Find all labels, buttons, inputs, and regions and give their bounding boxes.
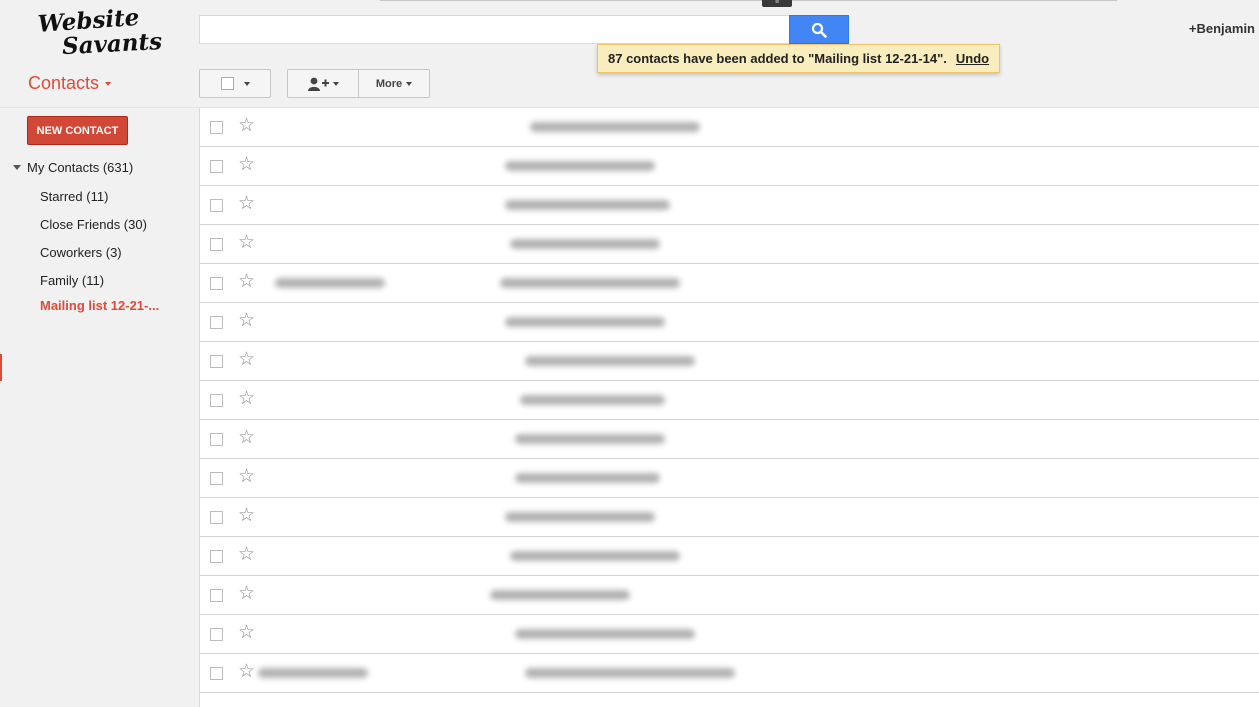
undo-link[interactable]: Undo <box>956 51 989 66</box>
contact-row[interactable]: ☆ <box>200 381 1259 420</box>
user-name-link[interactable]: +Benjamin <box>1180 21 1255 36</box>
star-icon[interactable]: ☆ <box>238 311 255 330</box>
add-person-icon <box>307 77 329 91</box>
search-button[interactable] <box>789 15 849 44</box>
row-checkbox[interactable] <box>210 511 223 524</box>
row-checkbox[interactable] <box>210 589 223 602</box>
contact-row[interactable]: ☆ <box>200 147 1259 186</box>
row-checkbox[interactable] <box>210 433 223 446</box>
menu-handle-icon[interactable]: ≡ <box>762 0 792 7</box>
blurred-contact-email <box>525 356 695 366</box>
select-all-button[interactable] <box>199 69 271 98</box>
contact-list: ☆ ☆ ☆ ☆ ☆ ☆ ☆ ☆ ☆ ☆ ☆ ☆ ☆ ☆ ☆ <box>199 108 1259 707</box>
contact-row[interactable]: ☆ <box>200 498 1259 537</box>
contact-row[interactable]: ☆ <box>200 108 1259 147</box>
blurred-contact-name <box>275 278 385 288</box>
row-checkbox[interactable] <box>210 238 223 251</box>
row-checkbox[interactable] <box>210 355 223 368</box>
chevron-down-icon <box>243 81 250 86</box>
star-icon[interactable]: ☆ <box>238 116 255 135</box>
contact-row[interactable]: ☆ <box>200 576 1259 615</box>
blurred-contact-email <box>515 473 660 483</box>
sidebar-item-my-contacts[interactable]: My Contacts (631) <box>13 160 133 175</box>
contact-row[interactable]: ☆ <box>200 342 1259 381</box>
blurred-contact-name <box>258 668 368 678</box>
blurred-contact-email <box>520 395 665 405</box>
more-button[interactable]: More <box>358 69 430 98</box>
blurred-contact-email <box>515 629 695 639</box>
blurred-contact-email <box>510 239 660 249</box>
star-icon[interactable]: ☆ <box>238 662 255 681</box>
contacts-title: Contacts <box>28 73 100 93</box>
notification-message: 87 contacts have been added to "Mailing … <box>608 51 947 66</box>
select-checkbox[interactable] <box>220 77 234 90</box>
blurred-contact-email <box>530 122 700 132</box>
search-icon <box>811 22 827 38</box>
logo: Website Savants <box>34 4 164 60</box>
row-checkbox[interactable] <box>210 277 223 290</box>
blurred-contact-email <box>510 551 680 561</box>
sidebar-item-coworkers[interactable]: Coworkers (3) <box>40 245 122 260</box>
star-icon[interactable]: ☆ <box>238 584 255 603</box>
sidebar-item-mailing-list[interactable]: Mailing list 12-21-... <box>40 298 159 313</box>
blurred-contact-email <box>500 278 680 288</box>
more-label: More <box>375 77 403 90</box>
row-checkbox[interactable] <box>210 667 223 680</box>
contact-row[interactable]: ☆ <box>200 459 1259 498</box>
blurred-contact-email <box>505 317 665 327</box>
row-checkbox[interactable] <box>210 550 223 563</box>
sidebar-item-family[interactable]: Family (11) <box>40 273 104 288</box>
star-icon[interactable]: ☆ <box>238 194 255 213</box>
star-icon[interactable]: ☆ <box>238 155 255 174</box>
star-icon[interactable]: ☆ <box>238 350 255 369</box>
blurred-contact-email <box>505 161 655 171</box>
star-icon[interactable]: ☆ <box>238 428 255 447</box>
chevron-down-icon <box>105 81 112 86</box>
blurred-contact-email <box>505 512 655 522</box>
chevron-down-icon <box>406 81 413 86</box>
row-checkbox[interactable] <box>210 394 223 407</box>
sidebar: NEW CONTACT My Contacts (631) Starred (1… <box>0 108 199 707</box>
expand-triangle-icon[interactable] <box>13 165 21 170</box>
new-contact-button[interactable]: NEW CONTACT <box>27 116 128 145</box>
contacts-menu[interactable]: Contacts <box>28 73 112 94</box>
star-icon[interactable]: ☆ <box>238 233 255 252</box>
add-to-group-button[interactable] <box>287 69 359 98</box>
sidebar-item-label: My Contacts (631) <box>27 160 134 175</box>
star-icon[interactable]: ☆ <box>238 623 255 642</box>
sidebar-item-starred[interactable]: Starred (11) <box>40 189 108 204</box>
star-icon[interactable]: ☆ <box>238 389 255 408</box>
contact-row[interactable]: ☆ <box>200 537 1259 576</box>
top-divider <box>380 0 1117 1</box>
contact-row[interactable]: ☆ <box>200 303 1259 342</box>
row-checkbox[interactable] <box>210 472 223 485</box>
star-icon[interactable]: ☆ <box>238 272 255 291</box>
search-input[interactable] <box>199 15 789 44</box>
contact-row[interactable]: ☆ <box>200 420 1259 459</box>
contact-row[interactable]: ☆ <box>200 654 1259 693</box>
row-checkbox[interactable] <box>210 628 223 641</box>
contact-row[interactable]: ☆ <box>200 186 1259 225</box>
sidebar-item-close-friends[interactable]: Close Friends (30) <box>40 217 147 232</box>
contact-row[interactable]: ☆ <box>200 225 1259 264</box>
row-checkbox[interactable] <box>210 121 223 134</box>
notification-banner: 87 contacts have been added to "Mailing … <box>597 44 1001 73</box>
blurred-contact-email <box>515 434 665 444</box>
blurred-contact-email <box>490 590 630 600</box>
row-checkbox[interactable] <box>210 160 223 173</box>
selection-marker <box>0 354 2 381</box>
star-icon[interactable]: ☆ <box>238 506 255 525</box>
contact-row[interactable]: ☆ <box>200 615 1259 654</box>
row-checkbox[interactable] <box>210 199 223 212</box>
star-icon[interactable]: ☆ <box>238 467 255 486</box>
row-checkbox[interactable] <box>210 316 223 329</box>
chevron-down-icon <box>332 81 339 86</box>
blurred-contact-email <box>525 668 735 678</box>
logo-text-line2: Savants <box>61 28 162 58</box>
blurred-contact-email <box>505 200 670 210</box>
contact-row[interactable]: ☆ <box>200 264 1259 303</box>
star-icon[interactable]: ☆ <box>238 545 255 564</box>
